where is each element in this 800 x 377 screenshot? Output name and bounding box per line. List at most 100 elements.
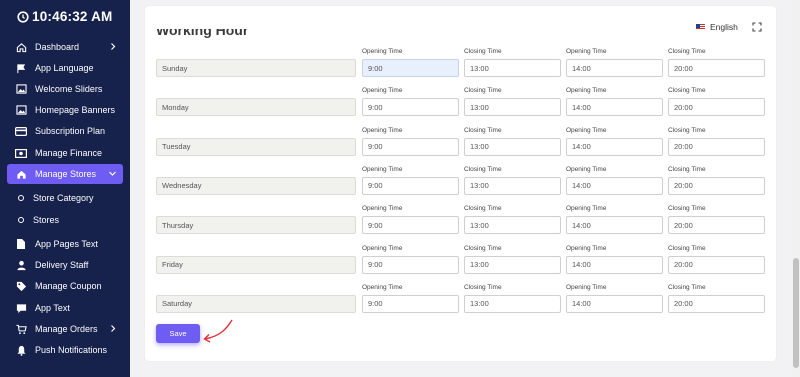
chevron-right-icon xyxy=(111,325,116,332)
opening-time-input[interactable]: 14:00 xyxy=(566,137,663,156)
opening-time-label: Opening Time xyxy=(566,48,607,55)
sidebar-item-manage-finance[interactable]: Manage Finance xyxy=(7,143,123,163)
opening-time-input[interactable]: 14:00 xyxy=(566,255,663,274)
opening-time-input[interactable]: 9:00 xyxy=(362,216,459,235)
closing-time-label: Closing Time xyxy=(668,244,706,252)
sidebar-item-push-notifications[interactable]: Push Notifications xyxy=(7,340,123,360)
opening-time-label: Opening Time xyxy=(362,48,403,55)
working-hours-card: Working Hour English Sunday Opening Time 9… xyxy=(145,6,776,361)
opening-time-input[interactable]: 9:00 xyxy=(362,98,459,117)
closing-time-input[interactable]: 20:00 xyxy=(668,98,765,117)
home-icon xyxy=(15,41,27,53)
sidebar-item-app-language[interactable]: App Language xyxy=(7,58,123,78)
closing-time-label: Closing Time xyxy=(464,244,502,252)
sidebar-item-label: Dashboard xyxy=(35,42,80,52)
closing-time-input[interactable]: 13:00 xyxy=(464,137,561,156)
day-field[interactable]: Thursday xyxy=(156,216,356,235)
opening-time-input[interactable]: 9:00 xyxy=(362,176,459,195)
closing-time-label: Closing Time xyxy=(668,48,706,55)
opening-time-input[interactable]: 9:00 xyxy=(362,294,459,313)
bell-icon xyxy=(15,344,27,356)
opening-time-label: Opening Time xyxy=(566,205,607,213)
opening-time-label: Opening Time xyxy=(566,87,607,95)
closing-time-label: Closing Time xyxy=(668,165,706,173)
sidebar-item-label: Manage Finance xyxy=(35,148,103,158)
scrollbar[interactable] xyxy=(792,0,800,377)
opening-time-input[interactable]: 14:00 xyxy=(566,294,663,313)
closing-time-input[interactable]: 13:00 xyxy=(464,59,561,77)
opening-time-input[interactable]: 9:00 xyxy=(362,137,459,156)
sidebar-item-stores[interactable]: Stores xyxy=(7,210,123,230)
opening-time-label: Opening Time xyxy=(362,87,403,95)
sidebar-item-manage-orders[interactable]: Manage Orders xyxy=(7,319,123,339)
closing-time-input[interactable]: 20:00 xyxy=(668,294,765,313)
cart-icon xyxy=(15,323,27,335)
opening-time-label: Opening Time xyxy=(362,283,403,291)
image-icon xyxy=(15,83,27,95)
sidebar-item-store-category[interactable]: Store Category xyxy=(7,188,123,208)
opening-time-input[interactable]: 14:00 xyxy=(566,98,663,117)
closing-time-input[interactable]: 13:00 xyxy=(464,255,561,274)
closing-time-input[interactable]: 20:00 xyxy=(668,137,765,156)
sidebar-item-delivery-staff[interactable]: Delivery Staff xyxy=(7,255,123,275)
opening-time-input[interactable]: 9:00 xyxy=(362,255,459,274)
closing-time-label: Closing Time xyxy=(668,126,706,134)
opening-time-label: Opening Time xyxy=(362,244,403,252)
image-icon xyxy=(15,104,27,116)
opening-time-label: Opening Time xyxy=(566,283,607,291)
tag-icon xyxy=(15,280,27,292)
sidebar-item-label: Stores xyxy=(33,215,60,225)
day-field[interactable]: Wednesday xyxy=(156,176,356,195)
sidebar-item-subscription-plan[interactable]: Subscription Plan xyxy=(7,121,123,141)
closing-time-label: Closing Time xyxy=(668,87,706,95)
opening-time-label: Opening Time xyxy=(362,165,403,173)
opening-time-input[interactable]: 14:00 xyxy=(566,176,663,195)
closing-time-label: Closing Time xyxy=(464,48,502,55)
day-field[interactable]: Saturday xyxy=(156,294,356,313)
scrollbar-thumb[interactable] xyxy=(793,258,799,368)
sidebar-item-label: App Text xyxy=(35,303,70,313)
closing-time-input[interactable]: 13:00 xyxy=(464,294,561,313)
fullscreen-icon[interactable] xyxy=(752,22,762,32)
sidebar-item-app-pages-text[interactable]: App Pages Text xyxy=(7,234,123,254)
day-field[interactable]: Monday xyxy=(156,98,356,117)
opening-time-input[interactable]: 14:00 xyxy=(566,59,663,77)
sidebar-item-app-text[interactable]: App Text xyxy=(7,298,123,318)
closing-time-input[interactable]: 13:00 xyxy=(464,98,561,117)
sidebar-item-welcome-sliders[interactable]: Welcome Sliders xyxy=(7,79,123,99)
us-flag-icon xyxy=(696,24,705,30)
sidebar-item-label: Homepage Banners xyxy=(35,105,116,115)
closing-time-input[interactable]: 20:00 xyxy=(668,216,765,235)
sidebar-item-dashboard[interactable]: Dashboard xyxy=(7,37,123,57)
save-button[interactable]: Save xyxy=(156,324,200,343)
chevron-right-icon xyxy=(111,43,116,50)
closing-time-input[interactable]: 13:00 xyxy=(464,216,561,235)
card-icon xyxy=(15,125,27,137)
sidebar-item-label: Manage Stores xyxy=(35,169,97,179)
store-icon xyxy=(15,168,27,180)
sidebar-item-manage-stores[interactable]: Manage Stores xyxy=(7,164,123,184)
day-field[interactable]: Tuesday xyxy=(156,137,356,156)
opening-time-input[interactable]: 9:00 xyxy=(362,59,459,77)
sidebar: 10:46:32 AM Dashboard App Language Welco… xyxy=(0,0,130,377)
header-tools: English xyxy=(696,18,776,36)
closing-time-label: Closing Time xyxy=(464,205,502,213)
flag-icon xyxy=(15,62,27,74)
circle-icon xyxy=(17,214,25,226)
user-icon xyxy=(15,259,27,271)
day-field[interactable]: Friday xyxy=(156,255,356,274)
closing-time-input[interactable]: 13:00 xyxy=(464,176,561,195)
sidebar-item-label: Welcome Sliders xyxy=(35,84,103,94)
sidebar-item-manage-coupon[interactable]: Manage Coupon xyxy=(7,276,123,296)
opening-time-input[interactable]: 14:00 xyxy=(566,216,663,235)
money-icon xyxy=(15,147,27,159)
day-field[interactable]: Sunday xyxy=(156,59,356,77)
closing-time-label: Closing Time xyxy=(464,126,502,134)
closing-time-input[interactable]: 20:00 xyxy=(668,176,765,195)
language-selector[interactable]: English xyxy=(710,22,738,32)
sidebar-item-label: App Pages Text xyxy=(35,239,98,249)
sidebar-item-homepage-banners[interactable]: Homepage Banners xyxy=(7,100,123,120)
opening-time-label: Opening Time xyxy=(566,126,607,134)
closing-time-input[interactable]: 20:00 xyxy=(668,255,765,274)
closing-time-input[interactable]: 20:00 xyxy=(668,59,765,77)
